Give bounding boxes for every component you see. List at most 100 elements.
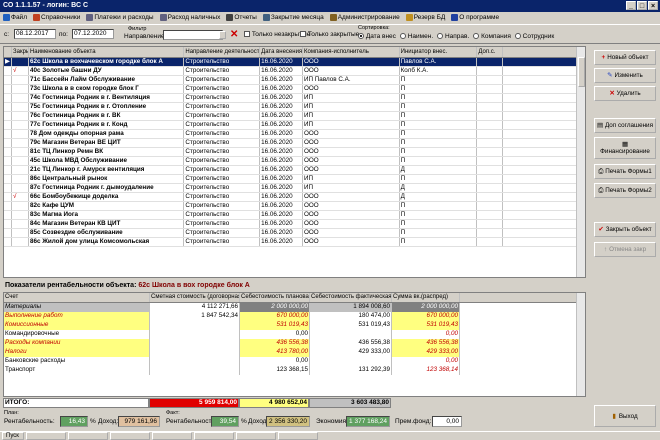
close-object-button[interactable]: ✔ Закрыть объект [594,222,656,237]
table-row[interactable]: 77с Гостиница Родник в г. Конд Строительс… [4,121,585,130]
cell-company: ООО [303,220,400,228]
cancel-close-button[interactable]: ↑ Отмена закр [594,242,656,257]
cell-mark [12,220,29,228]
cell-date: 16.06.2020 [260,148,303,156]
print-form1-label: Печать Формы1 [605,168,652,175]
print-form2-button[interactable]: ⎙ Печать Формы2 [594,183,656,198]
finance-button[interactable]: ▦ Финансирование [594,137,656,159]
menu-item-label: Отчеты [234,14,257,21]
menu-item-1[interactable]: Справочники [32,14,80,21]
profit-plan-label: Рентабельность: [4,418,55,425]
grid-header-cell[interactable]: Наименование объекта [29,47,185,57]
menu-item-0[interactable]: Файл [3,14,27,21]
cell-init: Колб К.А. [400,67,478,75]
menu-item-7[interactable]: Резерв БД [405,14,445,21]
taskbar-item-3[interactable] [110,432,150,440]
cell-company: ИП [303,112,400,120]
date-to-input[interactable]: 07.12.2020 [72,29,114,39]
table-row[interactable]: 86с Центральный рынок Строительство 16.06.… [4,175,585,184]
date-from-input[interactable]: 08.12.2017 [14,29,56,39]
cell-mark [12,130,29,138]
new-object-button[interactable]: + Новый объект [594,50,656,65]
table-row[interactable]: 74с Гостиница Родник в г. Вентиляция Стро… [4,94,585,103]
profit-cell-plan: 123 368,15 [240,366,310,375]
table-row[interactable]: 45с Школа МВД Обслуживание Строительство 1… [4,157,585,166]
sort-radio-label: Компания [481,33,511,40]
taskbar-item-1[interactable] [26,432,66,440]
table-row[interactable]: 84с Магазин Ветеран КВ ЦИТ Строительство 1… [4,220,585,229]
table-row[interactable]: 83с Магма Йога Строительство 16.06.2020 ООО… [4,211,585,220]
cell-date: 16.06.2020 [260,157,303,165]
menu-item-3[interactable]: Расход наличных [159,14,220,21]
table-row[interactable]: 85с Созвездие обслуживание Строительство 1… [4,229,585,238]
table-row[interactable]: 82с Кафе ЦУМ Строительство 16.06.2020 ООО П [4,202,585,211]
sort-radio-1[interactable]: Наимен. [399,33,433,40]
cell-dir: Строительство [184,238,261,246]
taskbar-item-7[interactable] [278,432,318,440]
cell-empty [503,229,585,237]
sort-radio-4[interactable]: Сотрудник [514,33,554,40]
grid-scrollbar[interactable] [576,47,585,277]
clear-filter-icon[interactable]: ✕ [230,29,238,40]
cell-name: 87с Гостиница Родник г. дымоудаление [29,184,185,192]
table-row[interactable]: 87с Гостиница Родник г. дымоудаление Стро… [4,184,585,193]
plan-label: План: [4,410,19,416]
table-row[interactable]: 78 Дом одежды опорная рама Строительство 1… [4,130,585,139]
table-row[interactable]: 76с Гостиница Родник в г. ВК Строительств… [4,112,585,121]
table-row[interactable]: √ 40с Золотые башни ДУ Строительство 16.06.… [4,67,585,76]
table-row[interactable]: 81с ТЦ Линкор Ремн ВК Строительство 16.06.… [4,148,585,157]
cell-empty [477,184,504,192]
close-icon[interactable]: × [648,1,658,10]
minimize-icon[interactable]: _ [626,1,636,10]
sort-radio-3[interactable]: Компания [473,33,511,40]
menu-item-5[interactable]: Закрытие месяца [262,14,324,21]
grid-header-cell[interactable] [503,47,585,57]
maximize-icon[interactable]: □ [637,1,647,10]
print-form1-button[interactable]: ⎙ Печать Формы1 [594,164,656,179]
grid-header-cell[interactable]: Дата внесения [260,47,303,57]
grid-header-cell[interactable] [4,47,12,57]
menu-item-4[interactable]: Отчеты [226,14,257,21]
profit-cell-fact: 436 556,38 [310,339,392,348]
taskbar-item-4[interactable] [152,432,192,440]
grid-header-cell[interactable]: Направление деятельности [184,47,261,57]
table-row[interactable]: ▶ 62с Школа в вохчачевском городке блок А… [4,58,585,67]
pct-plan: % [90,418,96,425]
menu-item-8[interactable]: О программе [451,14,499,21]
only-closed-checkbox[interactable]: Только закрытые [300,31,359,38]
edit-button[interactable]: ✎ Изменить [594,68,656,83]
menu-item-2[interactable]: Платежи и расходы [86,14,154,21]
table-row[interactable]: √ 66с Бомбоубежище доделка Строительство 16… [4,193,585,202]
table-row[interactable]: 75с Гостиница Родник в г. Отопление Строи… [4,103,585,112]
summary-bar: План: Рентабельность: 16,43 % Доход: 979… [0,410,660,430]
grid-header-cell[interactable]: Компания-исполнитель [303,47,400,57]
grid-header-cell[interactable]: Закрыт [12,47,29,57]
delete-button[interactable]: ✕ Удалить [594,86,656,101]
profit-row-name: Транспорт [4,366,150,375]
cell-empty [503,157,585,165]
table-row[interactable]: 73с Школа в в ском городке блок Г Строите… [4,85,585,94]
taskbar-item-6[interactable] [236,432,276,440]
taskbar-item-2[interactable] [68,432,108,440]
sort-radio-0[interactable]: Дата внес [358,33,396,40]
taskbar-item-5[interactable] [194,432,234,440]
profit-scrollbar[interactable] [576,293,585,396]
sort-radio-2[interactable]: Направ. [437,33,469,40]
profit-label: Показатели рентабельности объекта: [5,282,137,289]
grid-header-cell[interactable]: Инициатор внес. [400,47,478,57]
cell-empty [503,94,585,102]
direction-select[interactable] [163,30,223,40]
agreements-button[interactable]: ▤ Доп соглашения [594,118,656,133]
table-row[interactable]: 21с ТЦ Линкор г. Амурск вентиляция Строит… [4,166,585,175]
grid-header-cell[interactable]: Доп.с. [477,47,504,57]
table-row[interactable]: 86с Жилой дом улица Комсомольская Строите… [4,238,585,247]
radio-icon [514,33,521,40]
table-row[interactable]: 79с Магазин Ветеран ВЕ ЦИТ Строительство 1… [4,139,585,148]
menu-item-6[interactable]: Администрирование [329,14,400,21]
cell-mark: √ [12,67,29,75]
profit-cell-sum: 436 556,38 [392,339,460,348]
taskbar-item-0[interactable]: Пуск [2,432,24,440]
chevron-down-icon[interactable] [219,31,226,39]
cell-init: П [400,103,478,111]
table-row[interactable]: 71с Бассейн Лайм Обслуживание Строительст… [4,76,585,85]
